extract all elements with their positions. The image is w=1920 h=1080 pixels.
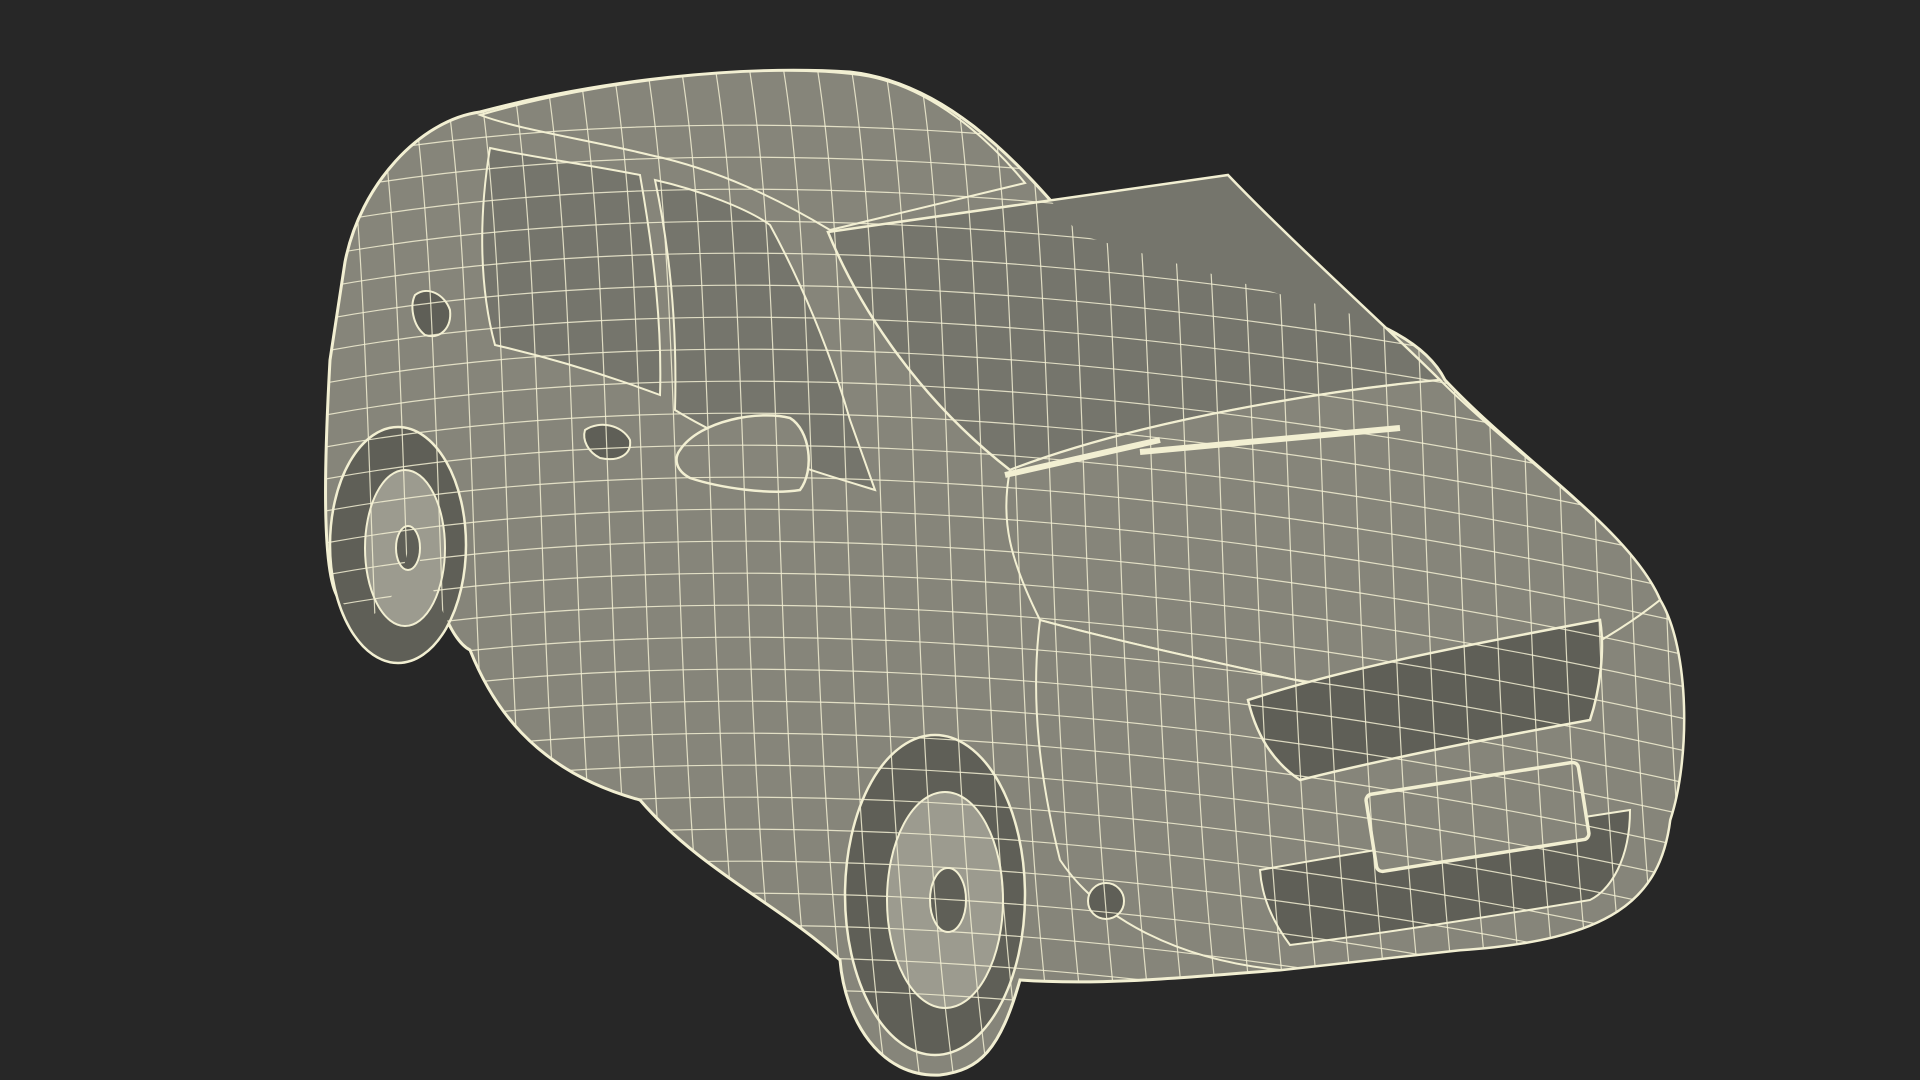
render-viewport (0, 0, 1920, 1080)
car-wireframe-render (324, 68, 1686, 1077)
mesh-line (1665, 70, 1684, 1076)
rear-wheel (328, 425, 468, 665)
